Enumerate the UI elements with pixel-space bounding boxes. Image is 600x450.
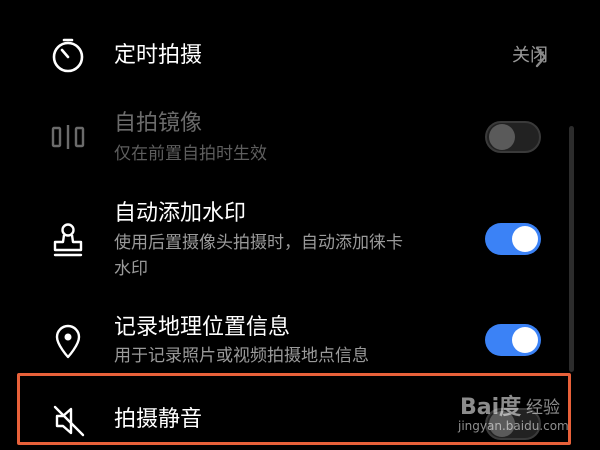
setting-selfie-mirror-title: 自拍镜像 bbox=[114, 111, 203, 136]
location-toggle[interactable] bbox=[485, 324, 541, 356]
setting-auto-watermark[interactable]: 自动添加水印 使用后置摄像头拍摄时，自动添加徕卡 水印 bbox=[0, 198, 600, 286]
location-icon bbox=[55, 324, 81, 359]
timer-icon bbox=[52, 38, 84, 73]
setting-auto-watermark-subtitle-line1: 使用后置摄像头拍摄时，自动添加徕卡 bbox=[114, 233, 403, 253]
toggle-knob bbox=[489, 124, 515, 150]
selfie-mirror-toggle[interactable] bbox=[485, 121, 541, 153]
chevron-right-icon bbox=[535, 46, 547, 68]
auto-watermark-toggle[interactable] bbox=[485, 223, 541, 255]
baidu-jingyan-watermark: Bai度 经验 jingyan.baidu.com bbox=[458, 385, 580, 445]
watermark-logo: Bai度 bbox=[460, 395, 522, 420]
setting-timer-title: 定时拍摄 bbox=[114, 43, 203, 68]
stamp-icon bbox=[53, 223, 83, 257]
setting-timer[interactable]: 定时拍摄 关闭 bbox=[0, 30, 600, 86]
setting-selfie-mirror[interactable]: 自拍镜像 仅在前置自拍时生效 bbox=[0, 108, 600, 172]
toggle-knob bbox=[512, 226, 538, 252]
setting-location-title: 记录地理位置信息 bbox=[114, 315, 291, 340]
setting-location-subtitle: 用于记录照片或视频拍摄地点信息 bbox=[114, 346, 369, 366]
watermark-url: jingyan.baidu.com bbox=[458, 419, 569, 433]
toggle-knob bbox=[512, 327, 538, 353]
setting-auto-watermark-subtitle-line2: 水印 bbox=[114, 259, 148, 279]
mirror-icon bbox=[51, 125, 85, 149]
setting-location[interactable]: 记录地理位置信息 用于记录照片或视频拍摄地点信息 bbox=[0, 312, 600, 372]
setting-auto-watermark-title: 自动添加水印 bbox=[114, 201, 247, 226]
setting-selfie-mirror-subtitle: 仅在前置自拍时生效 bbox=[114, 144, 267, 164]
scrollbar[interactable] bbox=[569, 126, 574, 372]
watermark-label: 经验 bbox=[526, 398, 560, 418]
